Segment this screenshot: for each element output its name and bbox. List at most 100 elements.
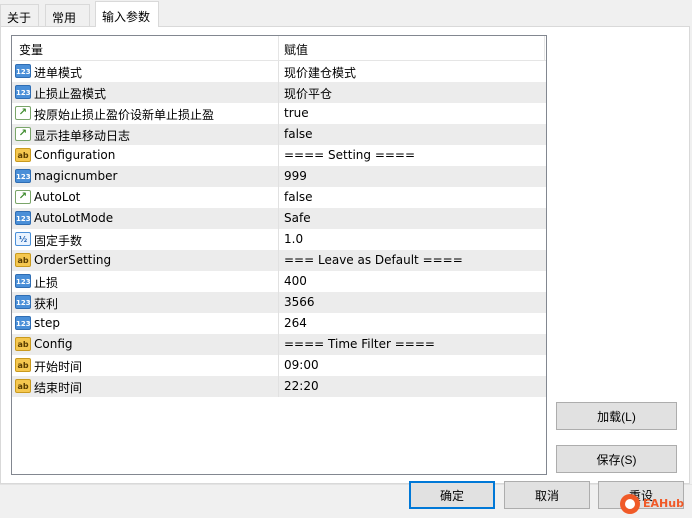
parameter-value[interactable]: false bbox=[284, 190, 313, 204]
parameter-value[interactable]: 现价平仓 bbox=[284, 85, 332, 102]
column-divider[interactable] bbox=[544, 36, 545, 60]
column-divider bbox=[278, 250, 279, 271]
int-type-icon: 123 bbox=[15, 295, 31, 309]
parameter-value[interactable]: ==== Setting ==== bbox=[284, 148, 415, 162]
table-row[interactable]: 123 step 264 bbox=[12, 313, 546, 334]
parameter-name: AutoLot bbox=[34, 190, 81, 204]
int-type-icon: 123 bbox=[15, 316, 31, 330]
column-divider bbox=[278, 124, 279, 145]
column-header-value[interactable]: 赋值 bbox=[284, 41, 308, 58]
parameter-name: 进单模式 bbox=[34, 66, 83, 80]
table-row[interactable]: ab OrderSetting === Leave as Default ==== bbox=[12, 250, 546, 271]
table-row[interactable]: 123 止损止盈模式 现价平仓 bbox=[12, 82, 546, 103]
int-type-icon: 123 bbox=[15, 274, 31, 288]
parameter-value[interactable]: false bbox=[284, 127, 313, 141]
int-type-icon: 123 bbox=[15, 64, 31, 78]
parameter-name: 结束时间 bbox=[34, 381, 83, 395]
string-type-icon: ab bbox=[15, 379, 31, 393]
column-divider bbox=[278, 208, 279, 229]
parameter-name: 止损止盈模式 bbox=[34, 87, 107, 101]
table-row[interactable]: 123 获利 3566 bbox=[12, 292, 546, 313]
parameter-value[interactable]: true bbox=[284, 106, 309, 120]
column-divider bbox=[278, 271, 279, 292]
save-button[interactable]: 保存(S) bbox=[556, 445, 677, 473]
string-type-icon: ab bbox=[15, 358, 31, 372]
column-divider bbox=[278, 376, 279, 397]
table-row[interactable]: ab 开始时间 09:00 bbox=[12, 355, 546, 376]
tab-inputs-label: 输入参数 bbox=[102, 10, 151, 24]
column-divider bbox=[278, 103, 279, 124]
load-button[interactable]: 加载(L) bbox=[556, 402, 677, 430]
column-divider bbox=[278, 82, 279, 103]
table-row[interactable]: 123 AutoLotMode Safe bbox=[12, 208, 546, 229]
column-divider bbox=[278, 229, 279, 250]
string-type-icon: ab bbox=[15, 148, 31, 162]
parameter-value[interactable]: 现价建仓模式 bbox=[284, 64, 356, 81]
parameter-name: step bbox=[34, 316, 60, 330]
int-type-icon: 123 bbox=[15, 211, 31, 225]
parameter-value[interactable]: 22:20 bbox=[284, 379, 319, 393]
column-divider bbox=[278, 313, 279, 334]
parameter-value[interactable]: 3566 bbox=[284, 295, 315, 309]
ok-button[interactable]: 确定 bbox=[409, 481, 495, 509]
table-row[interactable]: 123 magicnumber 999 bbox=[12, 166, 546, 187]
bool-type-icon: ↗ bbox=[15, 106, 31, 120]
parameter-value[interactable]: === Leave as Default ==== bbox=[284, 253, 463, 267]
parameter-value[interactable]: 999 bbox=[284, 169, 307, 183]
column-divider bbox=[278, 145, 279, 166]
parameter-name: 显示挂单移动日志 bbox=[34, 129, 131, 143]
table-row[interactable]: 123 进单模式 现价建仓模式 bbox=[12, 61, 546, 82]
parameter-value[interactable]: 1.0 bbox=[284, 232, 303, 246]
tab-inputs[interactable]: 输入参数 bbox=[95, 1, 159, 27]
parameter-value[interactable]: 264 bbox=[284, 316, 307, 330]
parameter-value[interactable]: Safe bbox=[284, 211, 311, 225]
column-divider bbox=[278, 187, 279, 208]
eahub-logo-icon bbox=[620, 494, 640, 514]
parameter-name: 开始时间 bbox=[34, 360, 83, 374]
column-divider bbox=[278, 355, 279, 376]
table-row[interactable]: ↗ 按原始止损止盈价设新单止损止盈 true bbox=[12, 103, 546, 124]
table-row[interactable]: ab Configuration ==== Setting ==== bbox=[12, 145, 546, 166]
column-divider[interactable] bbox=[278, 36, 279, 60]
string-type-icon: ab bbox=[15, 337, 31, 351]
parameters-table: 变量 赋值 123 进单模式 现价建仓模式 123 止损止盈模式 现价平仓 ↗ 按原始止损止盈… bbox=[11, 35, 547, 475]
parameter-value[interactable]: ==== Time Filter ==== bbox=[284, 337, 435, 351]
column-divider bbox=[278, 166, 279, 187]
column-divider bbox=[278, 334, 279, 355]
parameter-name: 按原始止损止盈价设新单止损止盈 bbox=[34, 108, 215, 122]
table-row[interactable]: ↗ 显示挂单移动日志 false bbox=[12, 124, 546, 145]
tab-common[interactable]: 常用 bbox=[45, 4, 90, 26]
parameter-name: 获利 bbox=[34, 297, 59, 311]
table-row[interactable]: ab Config ==== Time Filter ==== bbox=[12, 334, 546, 355]
table-row[interactable]: 123 止损 400 bbox=[12, 271, 546, 292]
table-row[interactable]: ab 结束时间 22:20 bbox=[12, 376, 546, 397]
double-type-icon: ½ bbox=[15, 232, 31, 246]
table-body: 123 进单模式 现价建仓模式 123 止损止盈模式 现价平仓 ↗ 按原始止损止盈价设新单止损… bbox=[12, 61, 546, 397]
int-type-icon: 123 bbox=[15, 169, 31, 183]
int-type-icon: 123 bbox=[15, 85, 31, 99]
bool-type-icon: ↗ bbox=[15, 127, 31, 141]
parameter-name: magicnumber bbox=[34, 169, 118, 183]
parameter-name: 固定手数 bbox=[34, 234, 83, 248]
parameter-value[interactable]: 400 bbox=[284, 274, 307, 288]
cancel-button[interactable]: 取消 bbox=[504, 481, 590, 509]
tab-about-label: 关于 bbox=[7, 11, 32, 25]
tab-common-label: 常用 bbox=[52, 11, 77, 25]
bool-type-icon: ↗ bbox=[15, 190, 31, 204]
parameter-value[interactable]: 09:00 bbox=[284, 358, 319, 372]
watermark: EAHub bbox=[620, 491, 686, 515]
table-row[interactable]: ↗ AutoLot false bbox=[12, 187, 546, 208]
column-divider bbox=[278, 292, 279, 313]
parameter-name: 止损 bbox=[34, 276, 59, 290]
table-header: 变量 赋值 bbox=[12, 36, 546, 61]
table-row[interactable]: ½ 固定手数 1.0 bbox=[12, 229, 546, 250]
parameter-name: Configuration bbox=[34, 148, 116, 162]
tab-bar: 关于 常用 输入参数 bbox=[0, 0, 692, 27]
string-type-icon: ab bbox=[15, 253, 31, 267]
tab-about[interactable]: 关于 bbox=[0, 4, 39, 26]
column-header-variable[interactable]: 变量 bbox=[19, 41, 43, 58]
parameter-name: AutoLotMode bbox=[34, 211, 114, 225]
parameter-name: Config bbox=[34, 337, 73, 351]
column-divider bbox=[278, 61, 279, 82]
watermark-text: EAHub bbox=[643, 497, 684, 510]
